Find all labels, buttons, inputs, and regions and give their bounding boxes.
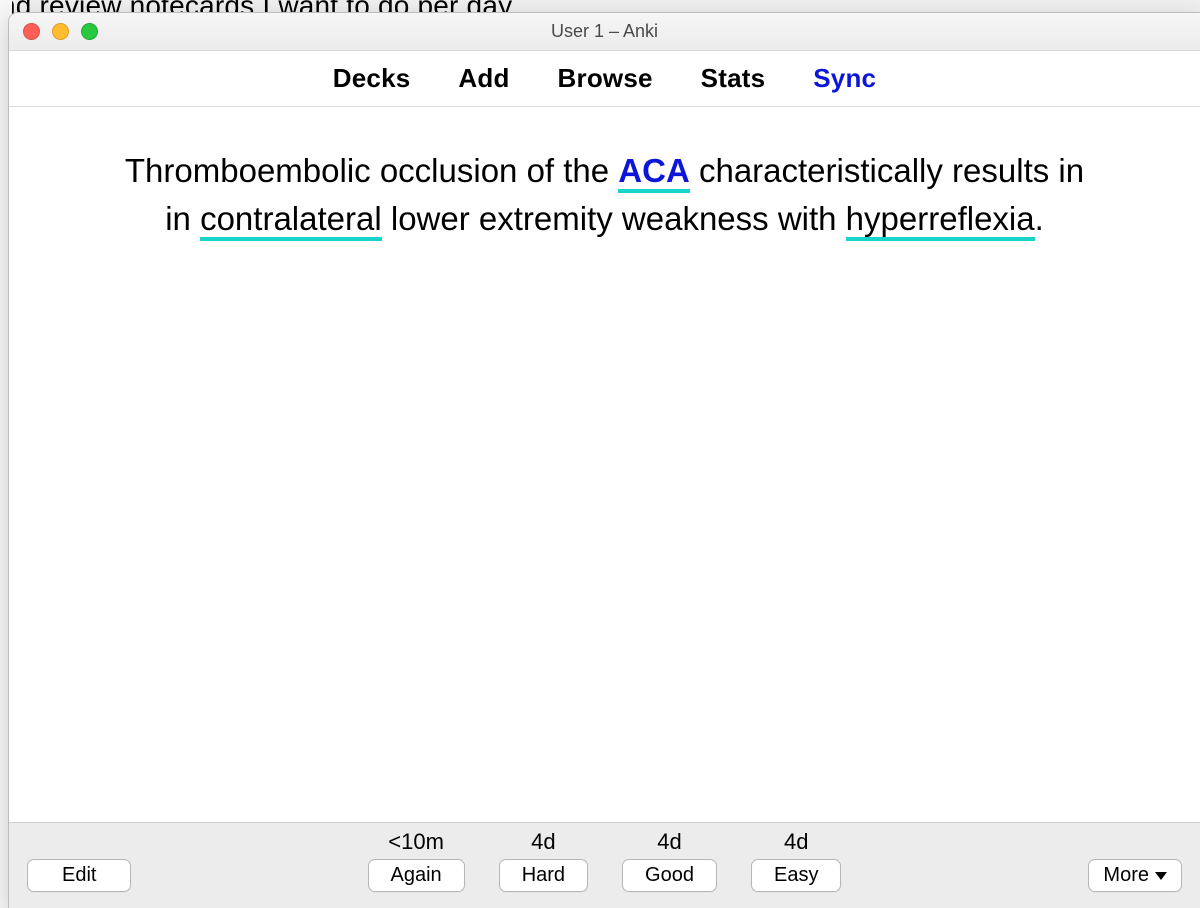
answer-col-good: 4d Good: [622, 829, 717, 892]
card-underline-contralateral: contralateral: [200, 200, 382, 241]
card-area: Thromboembolic occlusion of the ACA char…: [9, 107, 1200, 822]
bottom-bar: Edit <10m Again 4d Hard 4d Good 4d Easy …: [9, 822, 1200, 908]
answer-col-hard: 4d Hard: [499, 829, 588, 892]
card-text: Thromboembolic occlusion of the ACA char…: [33, 147, 1176, 243]
card-text-mid1: characteristically results in: [690, 152, 1084, 189]
answer-col-easy: 4d Easy: [751, 829, 841, 892]
interval-again: <10m: [388, 829, 444, 855]
card-cloze: ACA: [618, 152, 690, 193]
caret-down-icon: [1155, 872, 1167, 880]
window-title: User 1 – Anki: [9, 21, 1200, 42]
card-underline-hyperreflexia: hyperreflexia: [846, 200, 1035, 241]
interval-easy: 4d: [784, 829, 808, 855]
more-button[interactable]: More: [1088, 859, 1182, 892]
bottom-right-slot: More: [1042, 859, 1182, 892]
toolbar-sync[interactable]: Sync: [813, 63, 876, 94]
anki-window: User 1 – Anki Decks Add Browse Stats Syn…: [8, 12, 1200, 908]
again-button[interactable]: Again: [368, 859, 465, 892]
more-button-label: More: [1103, 864, 1149, 887]
edit-button[interactable]: Edit: [27, 859, 131, 892]
answer-buttons: <10m Again 4d Hard 4d Good 4d Easy: [167, 829, 1042, 892]
hard-button[interactable]: Hard: [499, 859, 588, 892]
card-text-post: .: [1035, 200, 1044, 237]
toolbar-decks[interactable]: Decks: [333, 63, 411, 94]
titlebar: User 1 – Anki: [9, 13, 1200, 51]
card-text-mid2: lower extremity weakness with: [382, 200, 846, 237]
bottom-left-slot: Edit: [27, 859, 167, 892]
main-toolbar: Decks Add Browse Stats Sync: [9, 51, 1200, 107]
card-text-pre: Thromboembolic occlusion of the: [125, 152, 618, 189]
card-text-line2-pre: in: [165, 200, 200, 237]
interval-good: 4d: [657, 829, 681, 855]
toolbar-add[interactable]: Add: [458, 63, 509, 94]
toolbar-stats[interactable]: Stats: [701, 63, 766, 94]
toolbar-browse[interactable]: Browse: [558, 63, 653, 94]
easy-button[interactable]: Easy: [751, 859, 841, 892]
interval-hard: 4d: [531, 829, 555, 855]
good-button[interactable]: Good: [622, 859, 717, 892]
answer-col-again: <10m Again: [368, 829, 465, 892]
